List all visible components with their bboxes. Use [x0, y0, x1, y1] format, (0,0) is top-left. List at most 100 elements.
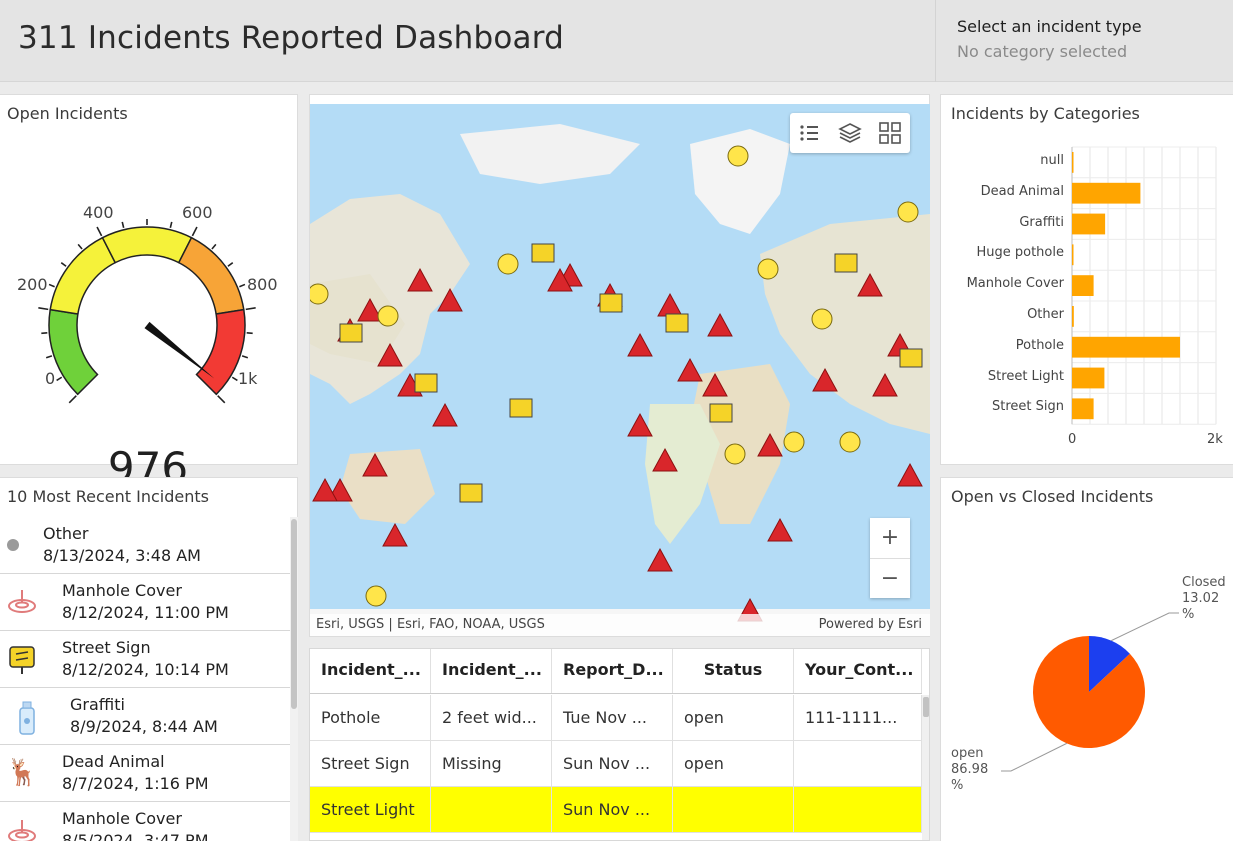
bar-category-label: Pothole [1015, 337, 1064, 353]
bar-category-label: Other [1027, 307, 1064, 322]
pie-label-closed: Closed 13.02 % [1182, 575, 1226, 623]
gauge-band-yellow [101, 226, 193, 264]
list-item[interactable]: Street Sign 8/12/2024, 10:14 PM [0, 631, 290, 688]
gauge-tick-mark [227, 262, 234, 267]
selector-value[interactable]: No category selected [957, 42, 1233, 61]
table-cell: open [673, 695, 794, 741]
bar-street-light [1072, 367, 1105, 389]
bar-huge-pothole [1072, 244, 1074, 266]
map-attribution: Esri, USGS | Esri, FAO, NOAA, USGS Power… [310, 614, 930, 636]
powered-by-esri[interactable]: Powered by Esri [819, 617, 922, 632]
open-incidents-panel: Open Incidents 976 0 200 400 600 800 1k [0, 94, 298, 492]
table-header-row: Incident_... Incident_... Report_D... St… [310, 649, 922, 694]
bar-street-sign [1072, 398, 1094, 420]
layers-icon[interactable] [838, 121, 862, 145]
bar-graffiti [1072, 213, 1106, 235]
column-header[interactable]: Report_D... [552, 649, 673, 693]
table-cell [431, 787, 552, 833]
table-cell: Sun Nov ... [552, 741, 673, 787]
gauge-tick-400: 400 [83, 203, 114, 222]
bar-manhole-cover [1072, 275, 1094, 296]
gauge-tick-1k: 1k [238, 369, 258, 388]
list-item[interactable]: Graffiti 8/9/2024, 8:44 AM [0, 688, 290, 745]
gauge-tick-mark [56, 376, 63, 382]
open-closed-panel: Open vs Closed Incidents Closed 13.02 % … [940, 477, 1233, 841]
table-cell: Pothole [310, 695, 431, 741]
column-header[interactable]: Incident_... [310, 649, 431, 693]
gauge-needle [144, 321, 215, 379]
list-item-date: 8/12/2024, 10:14 PM [62, 660, 229, 679]
bar-category-label: Manhole Cover [966, 276, 1064, 292]
gauge-tick-mark [121, 221, 125, 228]
table-cell: Sun Nov ... [552, 787, 673, 833]
gauge-tick-mark [96, 226, 103, 237]
table-cell [794, 741, 922, 787]
zoom-out-button[interactable]: − [870, 558, 910, 598]
table-row[interactable]: Pothole 2 feet wid... Tue Nov ... open 1… [310, 695, 922, 741]
map-toolbar [790, 113, 910, 153]
list-item-date: 8/9/2024, 8:44 AM [70, 717, 218, 736]
incident-map[interactable]: + − Esri, USGS | Esri, FAO, NOAA, USGS P… [310, 104, 930, 636]
spray-can-icon [12, 696, 44, 735]
table-cell: Street Light [310, 787, 431, 833]
table-cell: Missing [431, 741, 552, 787]
map-basemap [310, 104, 930, 636]
categories-panel: Incidents by Categories null Dead Animal G… [940, 94, 1233, 465]
recent-list-scrollbar[interactable] [290, 517, 298, 841]
pie-label-open: open 86.98 % [951, 746, 988, 794]
table-row-selected[interactable]: Street Light Sun Nov ... [310, 787, 922, 833]
table-row[interactable]: Street Sign Missing Sun Nov ... open [310, 741, 922, 787]
pie-label-closed-value: 13.02 [1182, 591, 1220, 606]
zoom-control: + − [870, 518, 910, 598]
gauge-tick-200: 200 [17, 275, 48, 294]
list-item-date: 8/12/2024, 11:00 PM [62, 603, 229, 622]
list-item-type: Street Sign [62, 638, 151, 657]
legend-icon[interactable] [798, 121, 822, 145]
table-scrollbar[interactable] [922, 695, 929, 840]
list-item-type: Manhole Cover [62, 581, 182, 600]
column-header[interactable]: Incident_... [431, 649, 552, 693]
gauge-tick-mark [191, 226, 198, 237]
pie-label-closed-unit: % [1182, 607, 1195, 622]
incident-table: Incident_... Incident_... Report_D... St… [309, 648, 930, 841]
bar-category-label: Dead Animal [980, 183, 1064, 199]
column-header[interactable]: Status [673, 649, 794, 693]
gauge-tick-mark [77, 243, 83, 250]
table-cell: Street Sign [310, 741, 431, 787]
pie-leader-open [1001, 742, 1067, 772]
list-item[interactable]: Manhole Cover 8/5/2024, 3:47 PM [0, 802, 290, 841]
x-tick-2k: 2k [1207, 432, 1223, 447]
pie-label-open-name: open [951, 746, 984, 761]
list-item[interactable]: Other 8/13/2024, 3:48 AM [0, 517, 290, 574]
gauge-band-orange [177, 236, 245, 315]
pie-label-open-unit: % [951, 778, 964, 793]
gauge-tick-600: 600 [182, 203, 213, 222]
basemap-gallery-icon[interactable] [878, 121, 902, 145]
list-item-type: Graffiti [70, 695, 125, 714]
gauge-tick-0: 0 [45, 369, 56, 388]
attribution-text: Esri, USGS | Esri, FAO, NOAA, USGS [316, 617, 545, 632]
column-header[interactable]: Your_Cont... [794, 649, 922, 693]
selector-label: Select an incident type [957, 17, 1142, 36]
list-item[interactable]: 🦌 Dead Animal 8/7/2024, 1:16 PM [0, 745, 290, 802]
list-item-type: Manhole Cover [62, 809, 182, 828]
bar-category-label: Street Light [987, 368, 1064, 384]
scrollbar-thumb[interactable] [923, 697, 929, 717]
list-item-type: Dead Animal [62, 752, 165, 771]
scrollbar-thumb[interactable] [291, 519, 297, 709]
list-item-date: 8/7/2024, 1:16 PM [62, 774, 209, 793]
table-cell [673, 787, 794, 833]
street-sign-icon [6, 643, 38, 675]
incident-type-selector[interactable]: Select an incident type No category sele… [935, 0, 1233, 82]
gauge-tick-mark [245, 307, 256, 311]
list-item-date: 8/13/2024, 3:48 AM [43, 546, 201, 565]
gauge-band-green [48, 308, 99, 396]
table-cell: Tue Nov ... [552, 695, 673, 741]
table-cell: 111-1111... [794, 695, 922, 741]
page-title: 311 Incidents Reported Dashboard [18, 20, 564, 56]
pie-leader-closed [1111, 612, 1179, 642]
list-item[interactable]: Manhole Cover 8/12/2024, 11:00 PM [0, 574, 290, 631]
table-cell: 2 feet wid... [431, 695, 552, 741]
gauge-tick-mark [60, 262, 67, 267]
zoom-in-button[interactable]: + [870, 518, 910, 558]
